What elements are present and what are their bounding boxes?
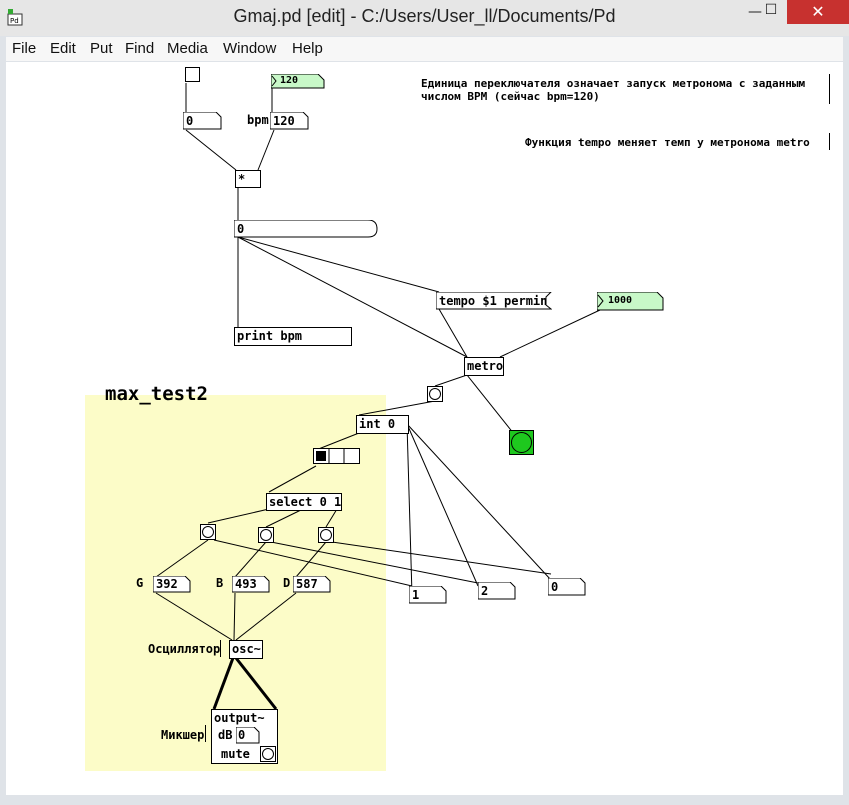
toggle-top[interactable]	[185, 67, 200, 82]
menu-media[interactable]: Media	[167, 40, 208, 57]
menu-find[interactable]: Find	[125, 40, 154, 57]
number-g[interactable]: 392	[153, 576, 191, 593]
menu-help[interactable]: Help	[292, 40, 323, 57]
bang-metro[interactable]	[427, 386, 443, 402]
bang-mute[interactable]	[260, 746, 276, 762]
number-bpm[interactable]: 120	[270, 112, 309, 130]
number-0[interactable]: 0	[548, 578, 586, 596]
object-print[interactable]: print bpm	[234, 327, 352, 346]
close-button[interactable]: ✕	[787, 0, 849, 24]
menu-edit[interactable]: Edit	[50, 40, 76, 57]
object-osc[interactable]: osc~	[229, 640, 263, 659]
gatom-1000[interactable]: 1000	[597, 292, 664, 311]
comment-metronome: Единица переключателя означает запуск ме…	[421, 77, 806, 103]
bang-d[interactable]	[318, 527, 334, 543]
mixer-label: Микшер	[161, 728, 205, 742]
menu-put[interactable]: Put	[90, 40, 113, 57]
maximize-button[interactable]: ☐	[753, 2, 789, 24]
bang-b[interactable]	[258, 527, 274, 543]
object-multiply[interactable]: *	[235, 170, 261, 188]
menu-window[interactable]: Window	[223, 40, 276, 57]
object-select[interactable]: select 0 1	[266, 493, 342, 511]
bpm-label: bpm	[247, 113, 269, 127]
mute-label: mute	[221, 747, 250, 761]
patch-canvas[interactable]: max_test2 120 0 bpm 120 * 0 tempo $1 per…	[6, 62, 843, 795]
hradio[interactable]	[313, 448, 360, 464]
number-1[interactable]: 1	[409, 586, 447, 604]
number-d[interactable]: 587	[293, 576, 331, 593]
comment-tempo: Функция tempo меняет темп у метронома me…	[525, 136, 810, 149]
label-b: B	[216, 576, 224, 590]
message-tempo[interactable]: tempo $1 permin	[436, 292, 552, 310]
comment-divider-1	[829, 74, 830, 104]
menu-bar: File Edit Put Find Media Window Help	[6, 37, 843, 61]
comment-divider-2	[829, 133, 830, 150]
bang-green[interactable]	[509, 430, 534, 455]
output-abstraction[interactable]: output~ dB 0 mute	[211, 709, 278, 764]
window-title: Gmaj.pd [edit] - C:/Users/User_ll/Docume…	[233, 6, 616, 26]
number-2[interactable]: 2	[478, 582, 516, 600]
bang-g[interactable]	[200, 524, 216, 540]
number-db[interactable]: 0	[236, 727, 260, 744]
title-bar: Pd Gmaj.pd [edit] - C:/Users/User_ll/Doc…	[0, 0, 849, 36]
label-d: D	[283, 576, 291, 590]
mixer-label-divider	[205, 725, 206, 742]
oscillator-label: Осциллятор	[148, 642, 221, 656]
number-toggle-out[interactable]: 0	[183, 112, 222, 130]
number-b[interactable]: 493	[232, 576, 270, 593]
object-metro[interactable]: metro	[464, 357, 504, 376]
oscillator-label-divider	[220, 640, 221, 657]
gatom-120-value: 120	[280, 75, 299, 86]
object-int[interactable]: int 0	[356, 415, 409, 434]
gatom-120[interactable]: 120	[271, 74, 325, 89]
label-g: G	[136, 576, 144, 590]
patch-cords	[155, 83, 601, 710]
menu-file[interactable]: File	[12, 40, 36, 57]
output-title: output~	[214, 711, 265, 725]
db-label: dB	[218, 728, 233, 742]
number-long[interactable]: 0	[234, 220, 378, 238]
